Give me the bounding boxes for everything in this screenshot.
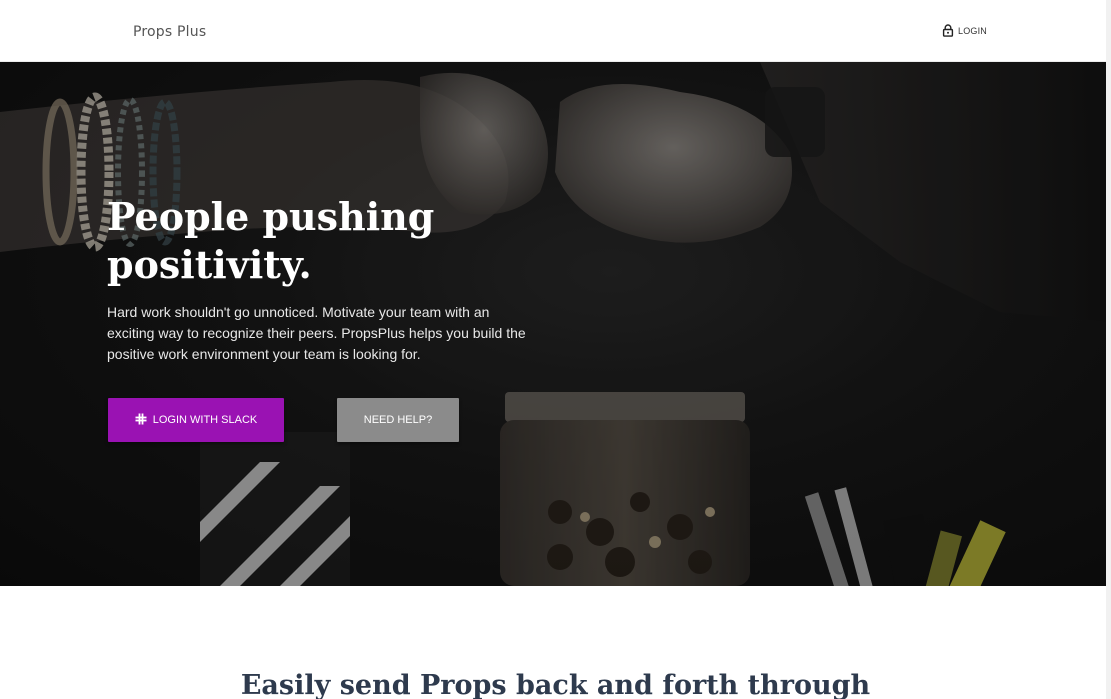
hero-headline: People pushing positivity. [107,193,567,289]
need-help-button[interactable]: NEED HELP? [337,398,459,442]
login-link[interactable]: LOGIN [942,24,987,37]
hero-section: People pushing positivity. Hard work sho… [0,62,1111,586]
lock-icon [942,24,954,37]
hero-description: Hard work shouldn't go unnoticed. Motiva… [107,304,526,362]
page-scrollbar[interactable] [1106,0,1111,699]
hero-headline-line1: People pushing [107,194,435,239]
top-navbar: Props Plus LOGIN [0,0,1111,62]
login-with-slack-label: LOGIN WITH SLACK [152,414,258,426]
slack-icon [135,413,147,428]
login-with-slack-button[interactable]: LOGIN WITH SLACK [108,398,284,442]
features-section-title: Easily send Props back and forth through [240,670,871,699]
need-help-label: NEED HELP? [363,414,433,426]
hero-headline-line2: positivity. [107,242,312,287]
login-label: LOGIN [958,25,988,36]
brand-logo[interactable]: Props Plus [133,24,206,40]
